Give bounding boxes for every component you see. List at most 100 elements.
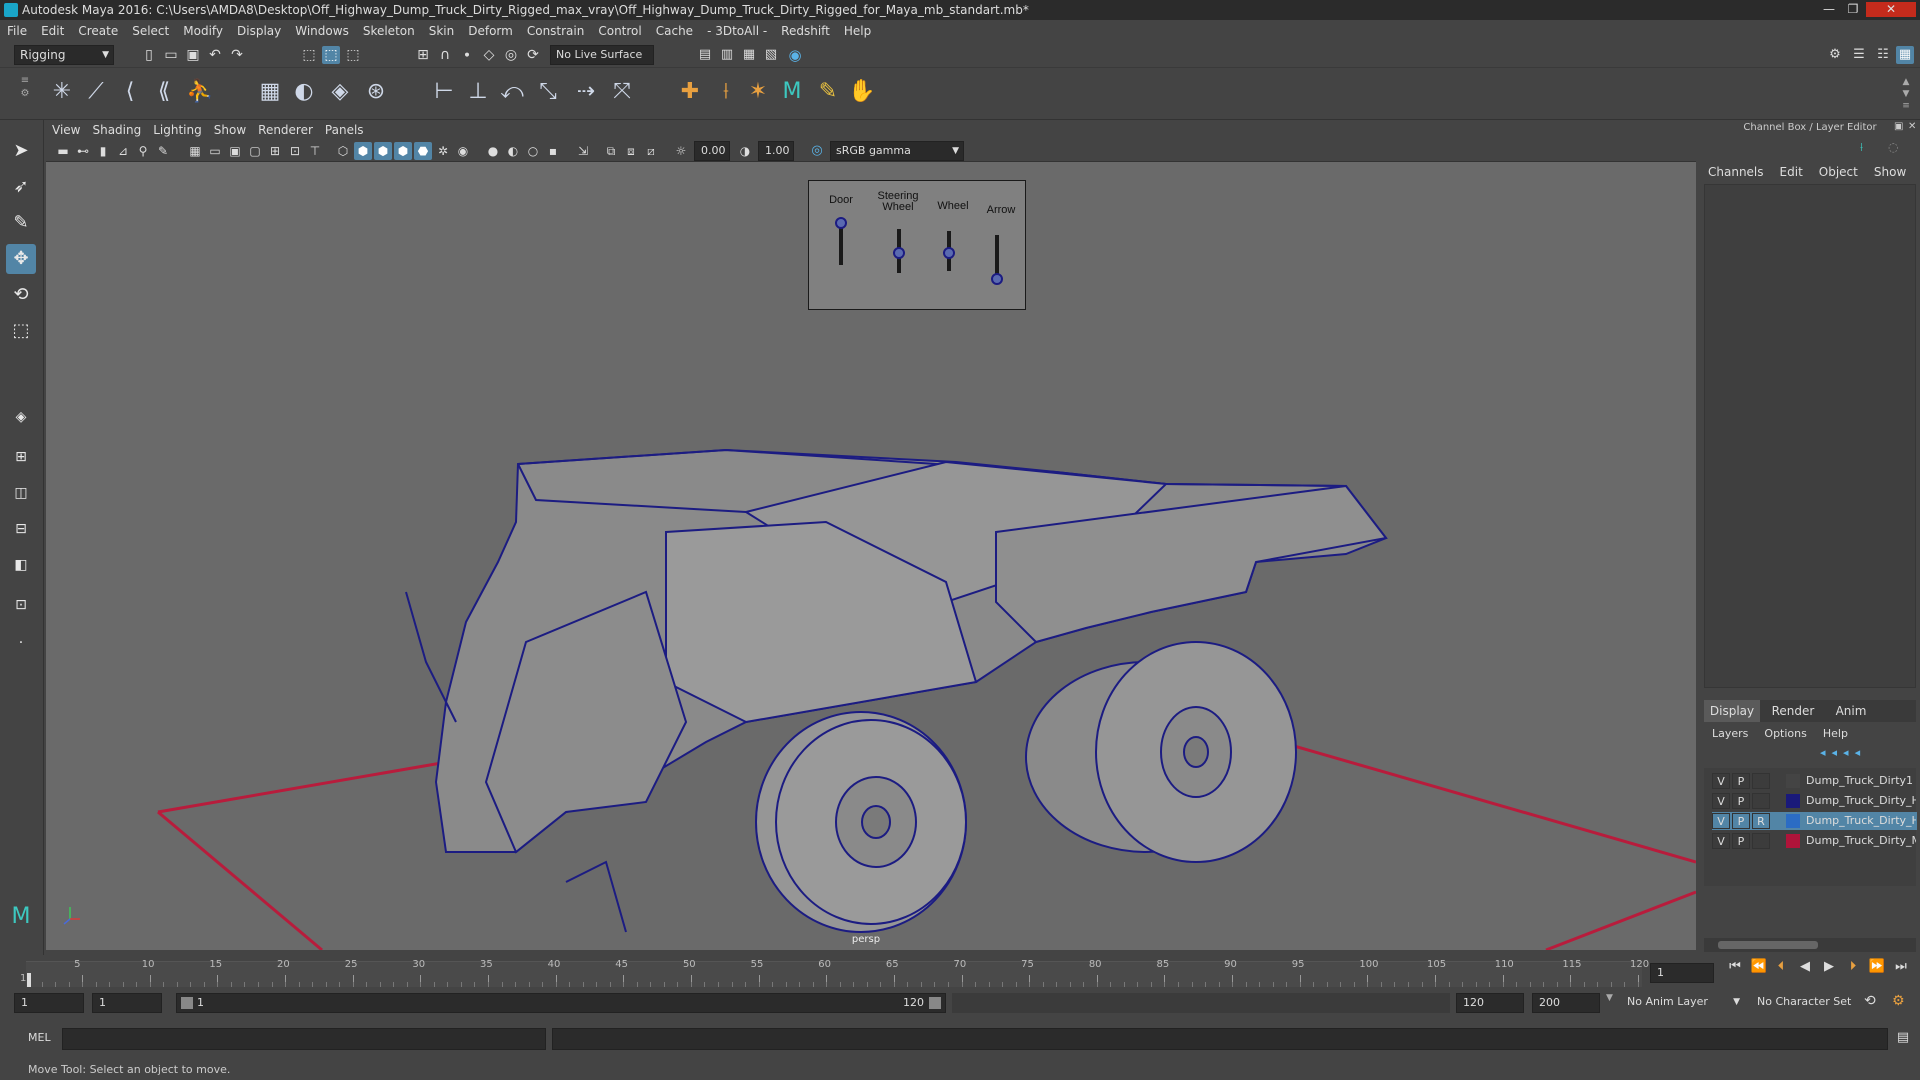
human-ik-icon[interactable]: ⛹ — [186, 78, 214, 106]
reference-toggle[interactable]: R — [1752, 813, 1770, 829]
paint-weights-icon[interactable]: ✎ — [814, 78, 842, 106]
layer-action-icons[interactable]: ◂◂◂◂ — [1820, 746, 1916, 762]
tab-display[interactable]: Display — [1704, 700, 1760, 722]
menu-edit[interactable]: Edit — [34, 20, 71, 42]
layer-row[interactable]: V P Dump_Truck_Dirty_Hel — [1712, 792, 1917, 810]
tab-render[interactable]: Render — [1764, 700, 1822, 722]
ipr-render-icon[interactable]: ▥ — [718, 46, 736, 64]
quick-rig-icon[interactable]: ✋ — [848, 78, 876, 106]
locator-icon[interactable]: ✚ — [676, 78, 704, 106]
layer-row[interactable]: V P Dump_Truck_Dirty1 — [1712, 772, 1917, 790]
range-slider-bar[interactable]: 1 120 — [176, 993, 946, 1013]
smooth-shade-icon[interactable]: ⬢ — [354, 142, 372, 160]
film-gate-icon[interactable]: ▭ — [206, 142, 224, 160]
resolution-gate-icon[interactable]: ▣ — [226, 142, 244, 160]
anti-aliasing-icon[interactable]: ◐ — [504, 142, 522, 160]
ik-handle-icon[interactable]: ⟋ — [82, 78, 110, 106]
attribute-icon[interactable]: ◌ — [1888, 140, 1898, 154]
wireframe-on-shaded-icon[interactable]: ⬢ — [374, 142, 392, 160]
backface-culling-icon[interactable]: ⧄ — [642, 142, 660, 160]
paint-select-icon[interactable]: ✎ — [6, 208, 36, 238]
undo-icon[interactable]: ↶ — [206, 46, 224, 64]
layer-row[interactable]: V P Dump_Truck_Dirty_Mai — [1712, 832, 1917, 850]
viewport-menu-lighting[interactable]: Lighting — [147, 120, 208, 140]
steering-wheel-slider-handle[interactable] — [893, 247, 905, 260]
menu-help[interactable]: Help — [837, 20, 878, 42]
xray-components-icon[interactable]: ⧈ — [622, 142, 640, 160]
grease-pencil-icon[interactable]: ✎ — [154, 142, 172, 160]
animation-preferences-icon[interactable]: ⚙ — [1892, 993, 1905, 1009]
color-management-icon[interactable]: ◎ — [808, 142, 826, 160]
menu-create[interactable]: Create — [71, 20, 125, 42]
point-constraint-icon[interactable]: ⊥ — [464, 78, 492, 106]
image-plane-icon[interactable]: ⊿ — [114, 142, 132, 160]
go-to-end-icon[interactable]: ⏭ — [1892, 959, 1910, 975]
xray-icon[interactable]: ⇲ — [574, 142, 592, 160]
step-forward-key-icon[interactable]: ⏩ — [1868, 959, 1886, 975]
shelf-scroll-icon[interactable]: ▲ ▼ ≡ — [1900, 76, 1912, 112]
channels-menu[interactable]: Channels — [1700, 162, 1772, 182]
scale-tool-icon[interactable]: ⬚ — [6, 316, 36, 346]
menu-select[interactable]: Select — [125, 20, 176, 42]
isolate-select-icon[interactable]: ▪ — [544, 142, 562, 160]
xray-joints-icon[interactable]: ⧉ — [602, 142, 620, 160]
minimize-button[interactable]: — — [1818, 2, 1840, 17]
move-tool-icon[interactable]: ✥ — [6, 244, 36, 274]
menu-skin[interactable]: Skin — [422, 20, 462, 42]
select-hierarchy-icon[interactable]: ⬚ — [300, 46, 318, 64]
snap-surface-icon[interactable]: ◎ — [502, 46, 520, 64]
menu-windows[interactable]: Windows — [288, 20, 356, 42]
menu-deform[interactable]: Deform — [461, 20, 520, 42]
snap-plane-icon[interactable]: ◇ — [480, 46, 498, 64]
scrollbar-thumb[interactable] — [1718, 941, 1818, 949]
aim-constraint-icon[interactable]: ⇢ — [572, 78, 600, 106]
orient-constraint-icon[interactable]: ⤺ — [498, 78, 526, 106]
joint-tool-icon[interactable]: ✳ — [48, 78, 76, 106]
redo-icon[interactable]: ↷ — [228, 46, 246, 64]
rotate-tool-icon[interactable]: ⟲ — [6, 280, 36, 310]
ik-spline-icon[interactable]: ⟨ — [116, 78, 144, 106]
live-surface-field[interactable]: No Live Surface — [550, 45, 654, 65]
save-scene-icon[interactable]: ▣ — [184, 46, 202, 64]
menu-control[interactable]: Control — [591, 20, 648, 42]
step-forward-frame-icon[interactable]: ⏵ — [1844, 959, 1862, 975]
wireframe-icon[interactable]: ⬡ — [334, 142, 352, 160]
visibility-toggle[interactable]: V — [1712, 813, 1730, 829]
menu-modify[interactable]: Modify — [176, 20, 230, 42]
shelf-options-icon[interactable]: ≡ ⚙ — [20, 74, 30, 114]
side-by-side-layout-icon[interactable]: ◫ — [6, 478, 36, 508]
playback-toggle[interactable]: P — [1732, 833, 1750, 849]
use-lights-icon[interactable]: ⬣ — [414, 142, 432, 160]
tab-anim[interactable]: Anim — [1824, 700, 1878, 722]
menu-file[interactable]: File — [0, 20, 34, 42]
grid-icon[interactable]: ▦ — [186, 142, 204, 160]
gamma-field[interactable]: 1.00 — [758, 141, 794, 161]
close-panel-icon[interactable]: ✕ — [1908, 121, 1916, 132]
script-editor-icon[interactable]: ▤ — [1894, 1030, 1912, 1048]
parent-constraint-icon[interactable]: ⊢ — [430, 78, 458, 106]
playback-toggle[interactable]: P — [1732, 813, 1750, 829]
attribute-editor-icon[interactable]: ☰ — [1850, 46, 1868, 64]
field-chart-icon[interactable]: ⊞ — [266, 142, 284, 160]
camera-lock-icon[interactable]: ⊷ — [74, 142, 92, 160]
safe-title-icon[interactable]: ⊤ — [306, 142, 324, 160]
options-menu[interactable]: Options — [1756, 724, 1814, 744]
help-menu[interactable]: Help — [1815, 724, 1856, 744]
skin-bind-icon[interactable]: ⟪ — [150, 78, 178, 106]
current-time-marker[interactable] — [27, 973, 31, 987]
wheel-slider-handle[interactable] — [943, 247, 955, 259]
menu-redshift[interactable]: Redshift — [774, 20, 837, 42]
redshift-icon[interactable]: ◉ — [786, 46, 804, 64]
snap-view-icon[interactable]: ⟳ — [524, 46, 542, 64]
playback-toggle[interactable]: P — [1732, 773, 1750, 789]
snap-grid-icon[interactable]: ⊞ — [414, 46, 432, 64]
visibility-toggle[interactable]: V — [1712, 773, 1730, 789]
viewport-menu-panels[interactable]: Panels — [319, 120, 370, 140]
script-language-label[interactable]: MEL — [28, 1031, 51, 1044]
go-to-start-icon[interactable]: ⏮ — [1726, 959, 1744, 975]
view-transform-dropdown[interactable]: sRGB gamma ▼ — [830, 141, 964, 161]
channel-box-icon[interactable]: ⟊ — [1860, 140, 1863, 155]
visibility-toggle[interactable]: V — [1712, 793, 1730, 809]
range-end-handle[interactable] — [929, 997, 941, 1009]
textured-icon[interactable]: ⬢ — [394, 142, 412, 160]
